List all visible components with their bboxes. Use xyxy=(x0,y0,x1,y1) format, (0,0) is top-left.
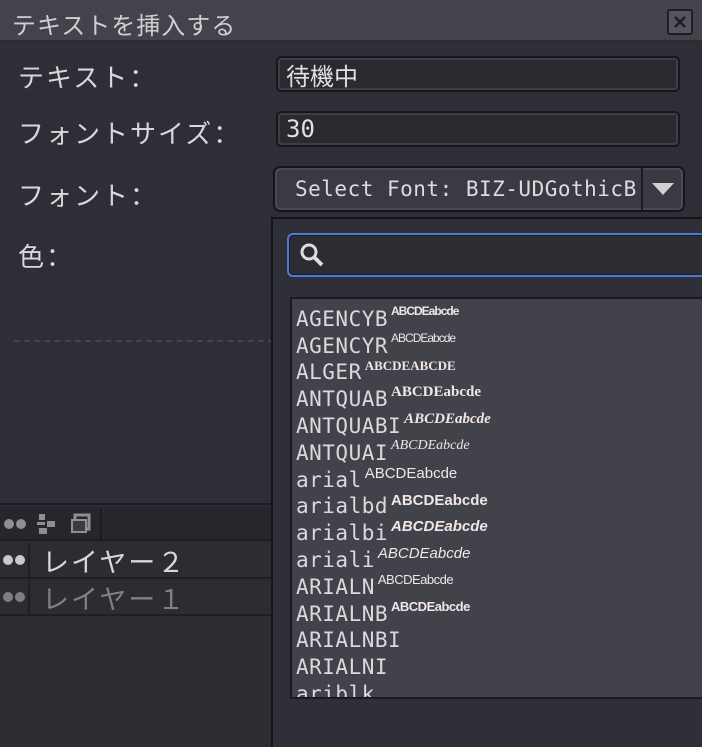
dialog-titlebar[interactable]: テキストを挿入する xyxy=(0,0,702,42)
font-item-ariali[interactable]: ariali ABCDEabcde xyxy=(292,544,702,571)
dialog-title: テキストを挿入する xyxy=(12,12,237,40)
font-item-ariblk[interactable]: ariblk xyxy=(292,678,702,699)
font-name: arialbi xyxy=(296,521,389,546)
font-item-arialnb[interactable]: ARIALNB ABCDEabcde xyxy=(292,598,702,625)
font-preview: ABCDEabcde xyxy=(391,330,456,345)
font-preview: ABCDEabcde xyxy=(377,571,454,587)
visibility-toggle[interactable] xyxy=(0,543,30,577)
font-dropdown-popup: AGENCYB ABCDEabcde AGENCYR ABCDEabcde AL… xyxy=(271,217,702,747)
font-name: arial xyxy=(296,467,362,492)
font-name: ANTQUAB xyxy=(296,387,389,412)
eye-icon xyxy=(3,555,25,565)
color-label: 色： xyxy=(18,243,75,273)
font-preview: ABCDEabcde xyxy=(391,491,488,509)
font-select-value: Select Font: BIZ-UDGothicB xyxy=(295,177,637,201)
link-layers-button[interactable] xyxy=(0,510,30,538)
font-preview: ABCDEabcde xyxy=(391,518,488,536)
font-name: ariblk xyxy=(296,681,375,699)
font-search-input[interactable] xyxy=(329,243,702,267)
font-preview: ABCDEabcde xyxy=(391,304,459,318)
close-icon xyxy=(674,16,686,28)
divider xyxy=(14,340,274,342)
font-item-antquabi[interactable]: ANTQUABI ABCDEabcde xyxy=(292,410,702,437)
font-preview: ABCDEabcde xyxy=(391,384,482,401)
visibility-toggle[interactable] xyxy=(0,580,30,614)
layer-name: レイヤー１ xyxy=(42,584,187,616)
font-name: arialbd xyxy=(296,494,389,519)
text-input[interactable]: 待機中 xyxy=(276,56,680,92)
font-item-arialbd[interactable]: arialbd ABCDEabcde xyxy=(292,491,702,518)
font-size-input[interactable]: 30 xyxy=(276,111,680,147)
link-icon xyxy=(4,519,26,529)
font-select[interactable]: Select Font: BIZ-UDGothicB xyxy=(273,166,685,212)
font-search-box[interactable] xyxy=(287,233,702,277)
font-list[interactable]: AGENCYB ABCDEabcde AGENCYR ABCDEabcde AL… xyxy=(290,297,702,699)
layers-toolbar xyxy=(0,507,272,541)
font-item-arialbi[interactable]: arialbi ABCDEabcde xyxy=(292,517,702,544)
font-item-antquab[interactable]: ANTQUAB ABCDEabcde xyxy=(292,383,702,410)
font-label: フォント： xyxy=(18,182,159,212)
font-preview: ABCDEabcde xyxy=(391,598,470,614)
font-item-agencyr[interactable]: AGENCYR ABCDEabcde xyxy=(292,330,702,357)
toolbar-separator xyxy=(100,509,102,539)
font-item-arialnbi[interactable]: ARIALNBI xyxy=(292,625,702,653)
font-name: ARIALNB xyxy=(296,601,389,626)
layer-row[interactable]: レイヤー１ xyxy=(0,580,272,616)
font-name: ANTQUAI xyxy=(296,440,389,465)
font-item-agencyb[interactable]: AGENCYB ABCDEabcde xyxy=(292,303,702,330)
font-preview: ABCDEabcde xyxy=(391,437,470,453)
new-layer-button[interactable] xyxy=(66,510,96,538)
new-layer-icon xyxy=(71,513,91,533)
font-name: ARIALNI xyxy=(296,655,389,680)
font-name: AGENCYR xyxy=(296,333,389,358)
font-preview: ABCDEabcde xyxy=(364,464,458,482)
font-preview: ABCDEABCDE xyxy=(364,357,456,373)
dropdown-arrow[interactable] xyxy=(641,168,683,210)
font-item-arialn[interactable]: ARIALN ABCDEabcde xyxy=(292,571,702,598)
layer-name: レイヤー２ xyxy=(42,547,187,579)
font-item-antquai[interactable]: ANTQUAI ABCDEabcde xyxy=(292,437,702,464)
layer-row[interactable]: レイヤー２ xyxy=(0,543,272,579)
layer-settings-button[interactable] xyxy=(32,510,62,538)
text-label: テキスト： xyxy=(18,64,158,94)
font-name: ARIALNBI xyxy=(296,628,402,653)
font-name: ALGER xyxy=(296,360,362,385)
font-name: ANTQUABI xyxy=(296,413,402,438)
layer-tree-icon xyxy=(37,514,55,534)
font-name: ARIALN xyxy=(296,574,375,599)
font-name: AGENCYB xyxy=(296,306,389,331)
layers-panel: レイヤー２ レイヤー１ xyxy=(0,507,272,747)
eye-icon xyxy=(3,592,25,602)
font-item-arial[interactable]: arial ABCDEabcde xyxy=(292,464,702,491)
chevron-down-icon xyxy=(652,183,674,195)
font-preview: ABCDEabcde xyxy=(377,545,471,563)
font-item-alger[interactable]: ALGER ABCDEABCDE xyxy=(292,357,702,384)
font-size-label: フォントサイズ： xyxy=(18,120,242,150)
close-button[interactable] xyxy=(667,9,693,35)
font-preview: ABCDEabcde xyxy=(404,411,491,428)
font-name: ariali xyxy=(296,547,375,572)
search-icon xyxy=(295,238,329,272)
font-item-arialni[interactable]: ARIALNI xyxy=(292,651,702,678)
